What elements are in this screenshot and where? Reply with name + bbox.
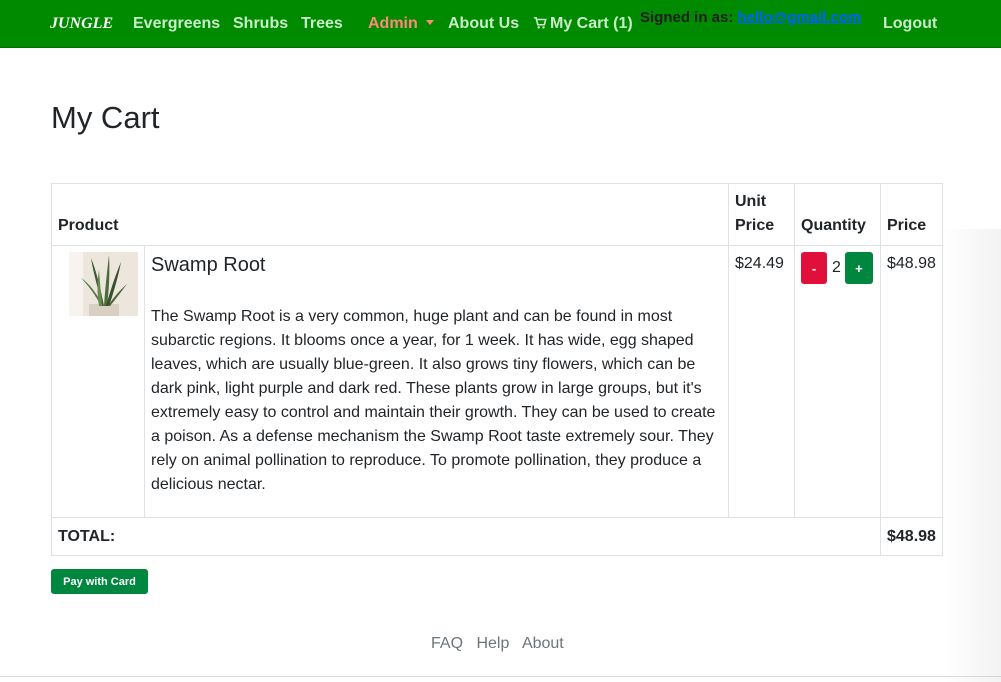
product-image [69,252,138,316]
total-row: TOTAL: $48.98 [51,517,943,556]
header-unit-price: Unit Price [728,183,795,246]
signed-in-label: Signed in as: [640,9,734,26]
nav-link-shrubs[interactable]: Shrubs [233,15,288,33]
page-title: My Cart [51,100,160,135]
table-header-row: Product Unit Price Quantity Price [51,183,943,246]
product-description: The Swamp Root is a very common, huge pl… [151,308,716,493]
product-image-cell [51,245,145,518]
footer-link-faq[interactable]: FAQ [431,635,463,652]
nav-admin-dropdown[interactable]: Admin [368,15,434,33]
signed-in-status: Signed in as: hello@gmail.com [640,9,861,26]
product-info-cell: Swamp Root The Swamp Root is a very comm… [144,245,729,518]
quantity-cell: - 2 + [794,245,881,518]
header-price: Price [880,183,943,246]
quantity-stepper: - 2 + [801,252,874,284]
shopping-cart-icon [533,16,547,29]
increase-quantity-button[interactable]: + [844,252,873,284]
navbar: JUNGLE Evergreens Shrubs Trees Admin Abo… [0,0,1001,48]
chevron-down-icon [425,20,434,25]
pay-with-card-button[interactable]: Pay with Card [51,569,148,594]
decrease-quantity-button[interactable]: - [801,252,827,284]
nav-link-cart[interactable]: My Cart (1) [533,15,633,33]
nav-link-trees[interactable]: Trees [301,15,343,33]
modal-shadow-edge [941,229,1001,682]
nav-cart-label: My Cart (1) [550,15,633,32]
header-quantity: Quantity [794,183,881,246]
table-row: Swamp Root The Swamp Root is a very comm… [51,245,943,518]
footer-divider [0,676,1001,677]
main-content: My Cart Product Unit Price Quantity Pric… [0,49,1001,682]
quantity-value: 2 [832,259,841,276]
product-name: Swamp Root [151,254,266,276]
total-value: $48.98 [880,517,943,556]
total-label: TOTAL: [51,517,881,556]
header-product: Product [51,183,729,246]
footer-links: FAQ Help About [431,635,573,653]
line-price-cell: $48.98 [880,245,943,518]
unit-price-cell: $24.49 [728,245,795,518]
line-price: $48.98 [887,255,936,272]
nav-link-evergreens[interactable]: Evergreens [133,15,220,33]
brand-logo[interactable]: JUNGLE [50,15,113,33]
user-email-link[interactable]: hello@gmail.com [738,9,862,26]
logout-link[interactable]: Logout [883,15,937,33]
nav-admin-label: Admin [368,15,418,32]
cart-table: Product Unit Price Quantity Price Swamp … [51,183,943,556]
unit-price: $24.49 [735,255,784,272]
nav-link-about-us[interactable]: About Us [448,15,519,33]
footer-link-help[interactable]: Help [476,635,509,652]
footer-link-about[interactable]: About [522,635,564,652]
